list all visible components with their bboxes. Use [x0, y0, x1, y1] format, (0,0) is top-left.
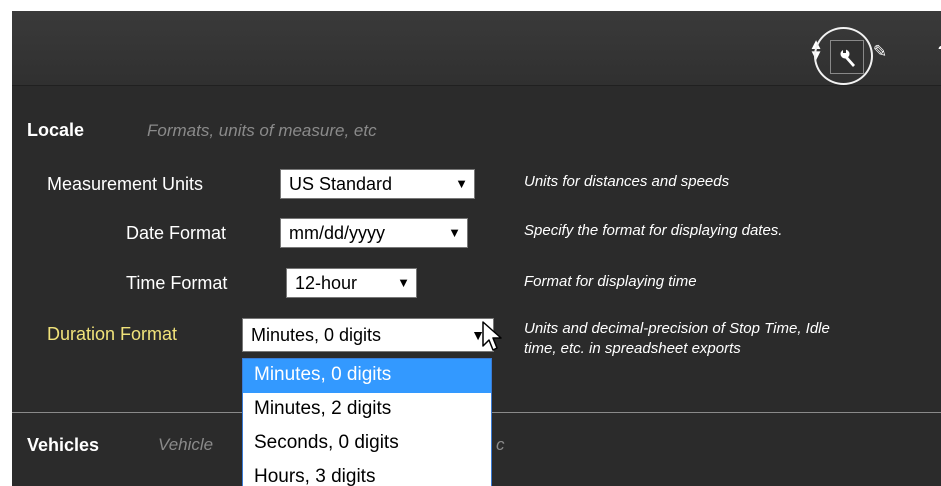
vehicles-section-description: Vehicle: [158, 435, 214, 454]
date-format-select[interactable]: mm/dd/yyyy ▼: [280, 218, 468, 248]
pencil-icon[interactable]: ✎: [869, 40, 891, 64]
locale-section-description: Formats, units of measure, etc: [147, 121, 377, 140]
duration-option[interactable]: Hours, 3 digits: [243, 461, 491, 486]
time-format-select[interactable]: 12-hour ▼: [286, 268, 417, 298]
duration-format-label: Duration Format: [47, 324, 178, 344]
mouse-cursor-icon: [482, 321, 502, 351]
chevron-down-icon: ▼: [397, 275, 410, 290]
settings-wrench-button[interactable]: [830, 40, 864, 74]
duration-format-value: Minutes, 0 digits: [251, 325, 382, 345]
measurement-units-label: Measurement Units: [47, 174, 204, 194]
duration-option[interactable]: Minutes, 2 digits: [243, 393, 491, 427]
wrench-icon: [840, 49, 855, 67]
date-format-label: Date Format: [126, 223, 227, 243]
measurement-units-help: Units for distances and speeds: [524, 173, 730, 190]
date-format-value: mm/dd/yyyy: [289, 223, 386, 243]
measurement-units-value: US Standard: [289, 174, 393, 194]
date-format-help: Specify the format for displaying dates.: [524, 222, 783, 239]
duration-format-select[interactable]: Minutes, 0 digits ▼: [242, 318, 494, 352]
chevron-down-icon: ▼: [448, 225, 461, 240]
measurement-units-select[interactable]: US Standard ▼: [280, 169, 475, 199]
sort-icon[interactable]: ▲ ▼: [805, 37, 827, 63]
duration-option[interactable]: Minutes, 0 digits: [243, 359, 491, 393]
vehicles-section-title: Vehicles: [27, 435, 100, 455]
time-format-value: 12-hour: [295, 273, 358, 293]
help-icon[interactable]: ?: [932, 40, 941, 64]
settings-panel: ▲▼ ✎ ? Locale Formats, units of measure,…: [12, 11, 941, 486]
time-format-help: Format for displaying time: [524, 273, 697, 290]
locale-section-title: Locale: [27, 120, 85, 140]
vehicles-section-description-end: c: [496, 435, 505, 454]
duration-option[interactable]: Seconds, 0 digits: [243, 427, 491, 461]
duration-format-help: Units and decimal-precision of Stop Time…: [524, 320, 830, 357]
toolbar: ▲▼ ✎ ?: [12, 11, 941, 86]
duration-format-dropdown-list: Minutes, 0 digits Minutes, 2 digits Seco…: [242, 358, 492, 486]
chevron-down-icon: ▼: [455, 176, 468, 191]
time-format-label: Time Format: [126, 273, 228, 293]
